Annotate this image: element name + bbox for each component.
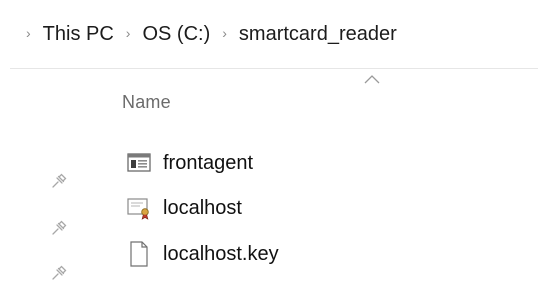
sort-ascending-icon [364, 75, 380, 84]
blank-file-icon [126, 241, 152, 267]
column-header-name[interactable]: Name [122, 92, 171, 113]
file-row-localhost[interactable]: localhost [0, 191, 548, 225]
breadcrumb: › This PC › OS (C:) › smartcard_reader [0, 14, 548, 54]
file-name: localhost [163, 196, 242, 219]
file-row-frontagent[interactable]: frontagent [0, 146, 548, 180]
application-window-icon [126, 150, 152, 176]
breadcrumb-separator-icon[interactable]: › [126, 25, 131, 41]
breadcrumb-os-drive[interactable]: OS (C:) [142, 23, 210, 46]
file-name: frontagent [163, 151, 254, 174]
file-name: localhost.key [163, 242, 279, 265]
file-row-localhost-key[interactable]: localhost.key [0, 237, 548, 271]
breadcrumb-current-folder[interactable]: smartcard_reader [239, 23, 397, 46]
breadcrumb-separator-icon[interactable]: › [222, 25, 227, 41]
breadcrumb-this-pc[interactable]: This PC [43, 23, 114, 46]
breadcrumb-separator-icon[interactable]: › [26, 25, 31, 41]
certificate-icon [126, 195, 152, 221]
header-divider [10, 68, 538, 69]
